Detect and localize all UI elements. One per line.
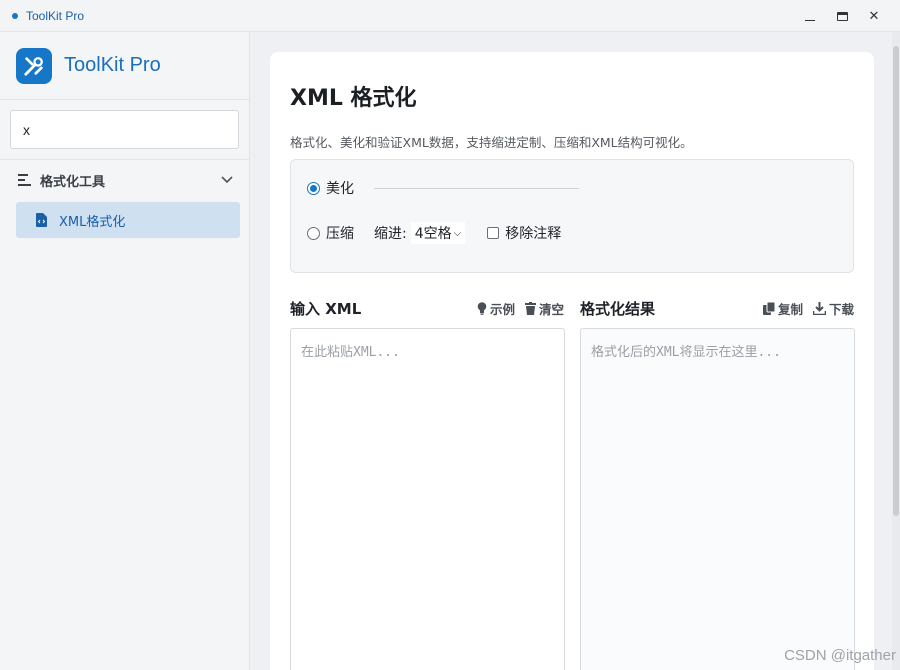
- beautify-radio[interactable]: [307, 181, 320, 195]
- compress-radio[interactable]: [307, 226, 320, 240]
- close-icon: ✕: [868, 8, 880, 24]
- options-panel: 美化 压缩 缩进: 4空格 ⌵ 移除注释: [290, 159, 854, 273]
- main-scrollbar[interactable]: [892, 32, 900, 670]
- page-description: 格式化、美化和验证XML数据，支持缩进定制、压缩和XML结构可视化。: [290, 135, 693, 150]
- copy-icon: [762, 301, 775, 315]
- chevron-down-icon: ⌵: [453, 227, 462, 239]
- tool-card: XML 格式化 格式化、美化和验证XML数据，支持缩进定制、压缩和XML结构可视…: [270, 52, 874, 670]
- close-button[interactable]: ✕: [858, 0, 890, 32]
- sidebar-item-label: XML格式化: [59, 214, 126, 230]
- input-tools: 示例 清空: [467, 299, 564, 318]
- main-area: XML 格式化 格式化、美化和验证XML数据，支持缩进定制、压缩和XML结构可视…: [250, 32, 900, 670]
- xml-output-textarea[interactable]: 格式化后的XML将显示在这里...: [580, 328, 855, 670]
- remove-comments-label[interactable]: 移除注释: [505, 223, 561, 243]
- clear-label: 清空: [538, 301, 564, 317]
- clear-button[interactable]: 清空: [524, 299, 564, 318]
- sidebar-item-xml-formatter[interactable]: XML格式化: [16, 202, 240, 238]
- example-label: 示例: [489, 301, 515, 317]
- code-file-icon: [36, 213, 47, 227]
- minimize-button[interactable]: [794, 0, 826, 32]
- output-tools: 复制 下载: [753, 299, 854, 318]
- app-dot-icon: [12, 12, 18, 19]
- window-title: ToolKit Pro: [26, 8, 85, 23]
- lightbulb-icon: [477, 301, 487, 315]
- title-bar: ToolKit Pro ✕: [0, 0, 900, 32]
- list-icon: [18, 174, 31, 186]
- download-label: 下载: [828, 301, 854, 317]
- input-placeholder: 在此粘贴XML...: [301, 345, 400, 360]
- copy-button[interactable]: 复制: [762, 299, 803, 318]
- output-placeholder: 格式化后的XML将显示在这里...: [591, 345, 781, 360]
- output-panel-title: 格式化结果: [580, 299, 656, 318]
- beautify-label[interactable]: 美化: [326, 178, 354, 198]
- tools-logo-icon: [16, 47, 52, 84]
- sidebar-group-formatting[interactable]: 格式化工具: [0, 160, 249, 200]
- remove-comments-checkbox[interactable]: [487, 227, 500, 239]
- chevron-down-icon: [221, 176, 233, 184]
- divider: [374, 187, 579, 189]
- indent-select-value: 4空格: [414, 226, 452, 242]
- search-input[interactable]: [10, 110, 239, 149]
- maximize-icon: [836, 11, 848, 21]
- input-panel-header: 输入 XML 示例 清空: [290, 297, 564, 319]
- example-button[interactable]: 示例: [477, 299, 515, 318]
- output-panel-header: 格式化结果 复制 下载: [580, 297, 854, 319]
- settings-row: 压缩 缩进: 4空格 ⌵ 移除注释: [307, 222, 561, 244]
- scrollbar-thumb[interactable]: [893, 46, 899, 516]
- mode-row: 美化: [307, 178, 579, 198]
- brand-name: ToolKit Pro: [64, 54, 161, 76]
- window-controls: ✕: [794, 0, 890, 32]
- page-title: XML 格式化: [290, 86, 417, 111]
- brand: ToolKit Pro: [0, 32, 249, 100]
- download-icon: [812, 301, 826, 315]
- sidebar: ToolKit Pro 格式化工具 XML格式化: [0, 32, 250, 670]
- maximize-button[interactable]: [826, 0, 858, 32]
- watermark: CSDN @itgather: [784, 647, 896, 664]
- indent-select[interactable]: 4空格 ⌵: [410, 222, 466, 244]
- indent-label: 缩进:: [374, 226, 407, 242]
- xml-input-textarea[interactable]: 在此粘贴XML...: [290, 328, 565, 670]
- sidebar-group-label: 格式化工具: [40, 174, 106, 190]
- minimize-icon: [805, 19, 815, 21]
- trash-icon: [524, 301, 536, 315]
- input-panel-title: 输入 XML: [290, 299, 362, 318]
- download-button[interactable]: 下载: [812, 299, 854, 318]
- copy-label: 复制: [777, 301, 803, 317]
- search-wrap: [0, 100, 249, 160]
- compress-label[interactable]: 压缩: [326, 223, 354, 243]
